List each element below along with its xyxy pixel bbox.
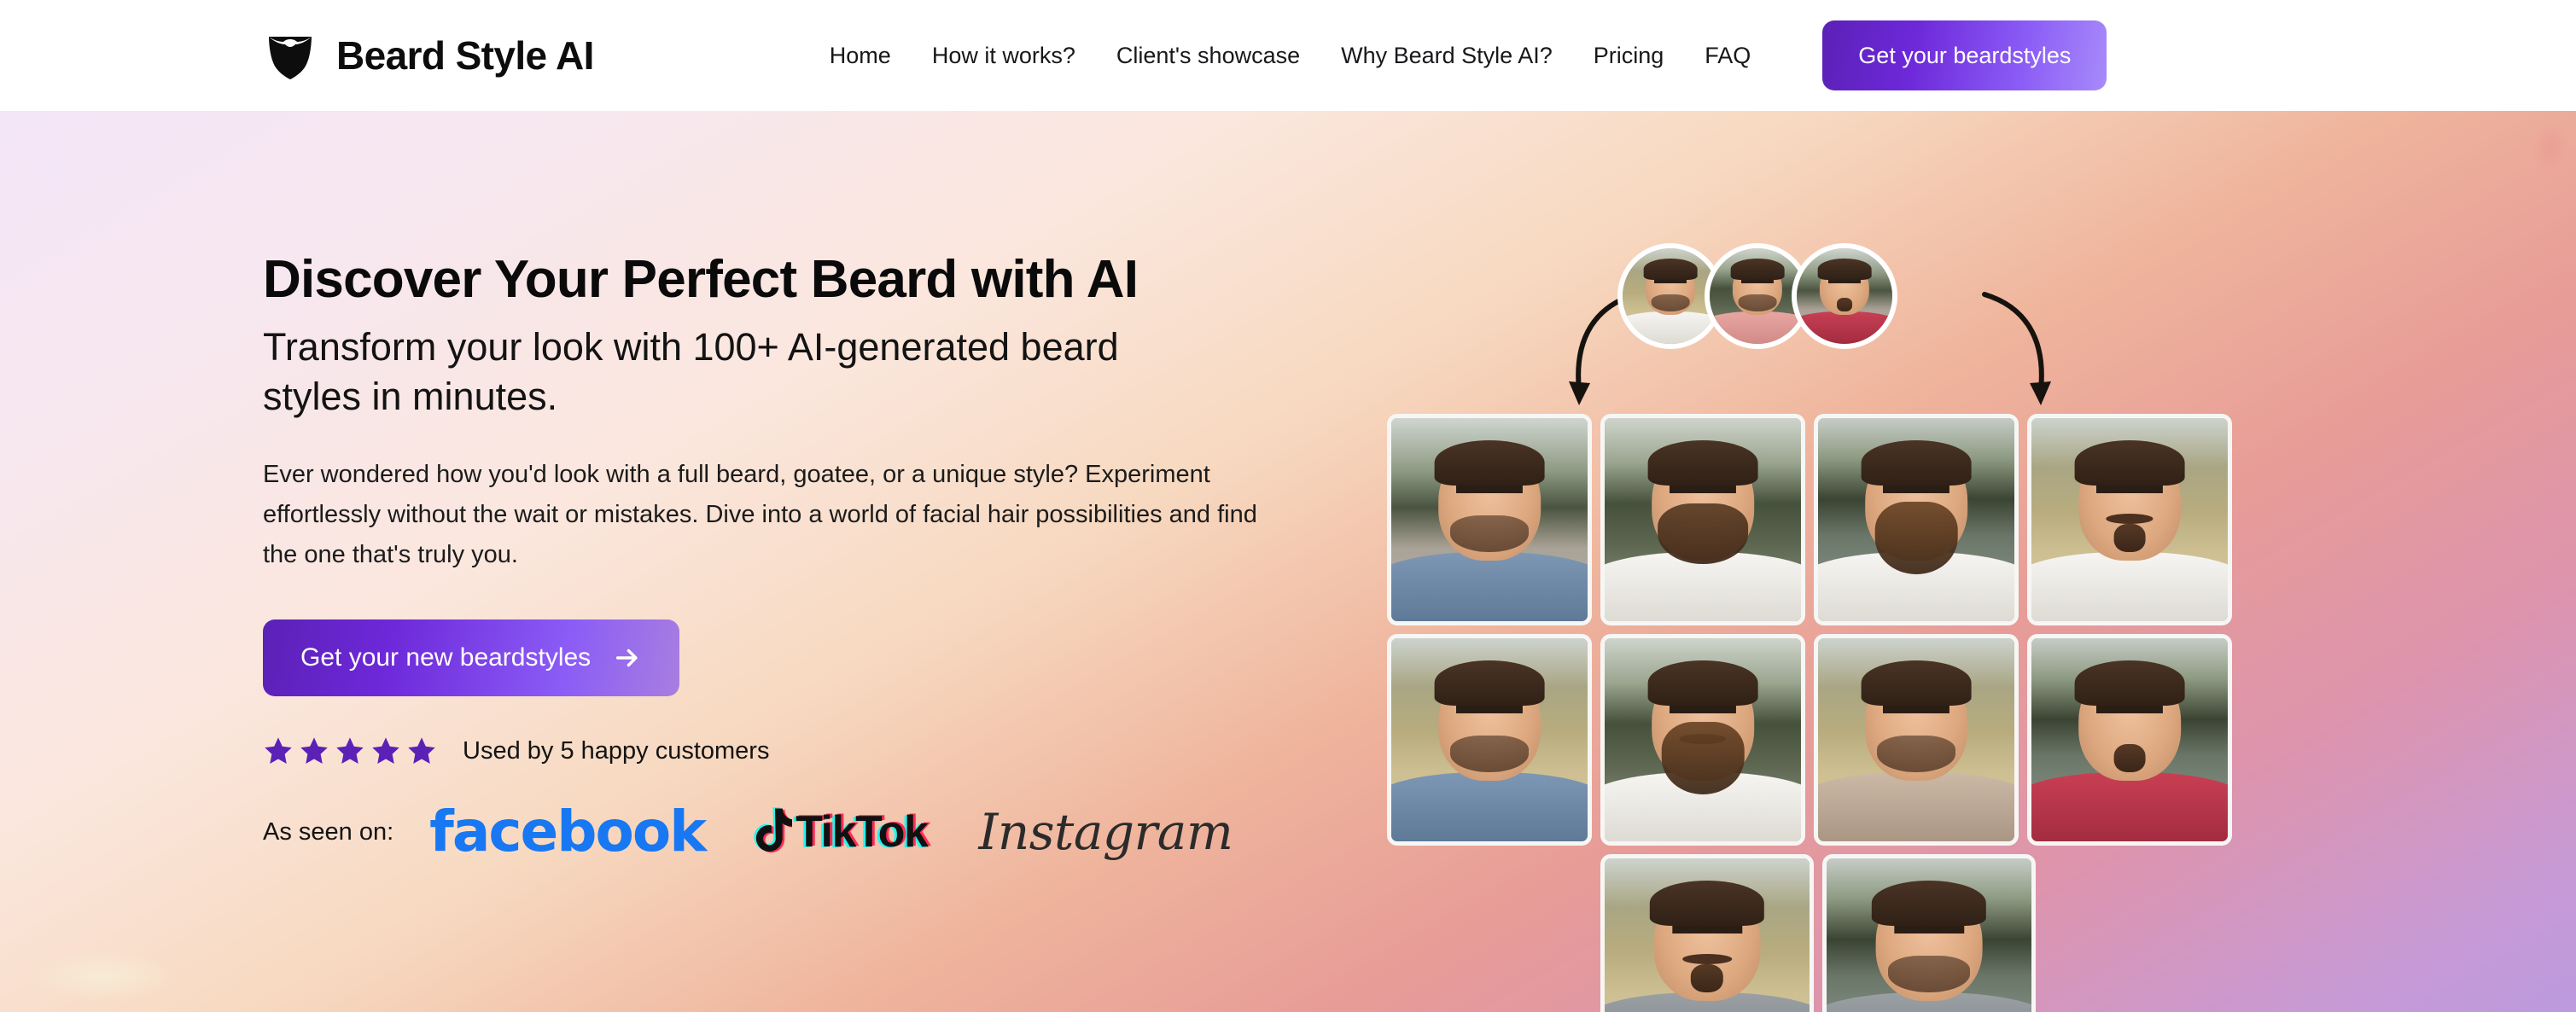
nav-item-faq[interactable]: FAQ xyxy=(1684,43,1771,69)
hero-subheadline: Transform your look with 100+ AI-generat… xyxy=(263,324,1119,418)
star-icon xyxy=(265,737,292,765)
result-photo-9[interactable] xyxy=(1600,854,1814,1012)
main-nav: Home How it works? Client's showcase Why… xyxy=(809,20,2107,90)
result-photo-3[interactable] xyxy=(1814,414,2019,625)
star-icon xyxy=(300,737,328,765)
arrow-right-icon xyxy=(616,648,638,667)
result-photo-5[interactable] xyxy=(1387,634,1592,846)
brand-logo[interactable]: Beard Style AI xyxy=(263,28,594,83)
star-icon xyxy=(372,737,399,765)
star-icon xyxy=(336,737,364,765)
tiktok-note-icon xyxy=(754,807,793,853)
rating-text: Used by 5 happy customers xyxy=(463,736,770,765)
nav-item-home[interactable]: Home xyxy=(809,43,912,69)
nav-item-clients-showcase[interactable]: Client's showcase xyxy=(1096,43,1320,69)
facebook-logo: facebook xyxy=(429,799,707,865)
hero-collage xyxy=(1387,243,2249,1012)
result-photo-2[interactable] xyxy=(1600,414,1805,625)
photo-grid-row xyxy=(1387,634,2249,846)
result-photo-6[interactable] xyxy=(1600,634,1805,846)
result-photo-8[interactable] xyxy=(2027,634,2232,846)
rating-block: Used by 5 happy customers xyxy=(263,736,1338,766)
result-photo-10[interactable] xyxy=(1822,854,2036,1012)
tiktok-logo: TikTok xyxy=(749,806,930,858)
header-cta-button[interactable]: Get your beardstyles xyxy=(1822,20,2107,90)
site-header: Beard Style AI Home How it works? Client… xyxy=(0,0,2576,111)
hero-copy: Discover Your Perfect Beard with AI Tran… xyxy=(263,250,1338,860)
nav-item-pricing[interactable]: Pricing xyxy=(1573,43,1685,69)
photo-grid-row xyxy=(1387,414,2249,625)
as-seen-on: As seen on: facebook TikTok Instagram xyxy=(263,804,1338,860)
curved-arrow-icon xyxy=(1982,292,2051,405)
nav-item-how-it-works[interactable]: How it works? xyxy=(912,43,1096,69)
star-icon xyxy=(408,737,435,765)
hero-body-text: Ever wondered how you'd look with a full… xyxy=(263,461,1257,569)
page-title: Discover Your Perfect Beard with AI xyxy=(263,250,1139,309)
star-rating xyxy=(263,736,437,766)
hero-section: Discover Your Perfect Beard with AI Tran… xyxy=(0,111,2576,1012)
instagram-logo: Instagram xyxy=(978,803,1233,862)
brand-name: Beard Style AI xyxy=(336,33,594,78)
photo-grid-row xyxy=(1387,854,2249,1012)
hero-cta-label: Get your new beardstyles xyxy=(300,643,592,672)
nav-item-why-beard-style-ai[interactable]: Why Beard Style AI? xyxy=(1320,43,1573,69)
result-photo-7[interactable] xyxy=(1814,634,2019,846)
result-photo-1[interactable] xyxy=(1387,414,1592,625)
result-photo-grid xyxy=(1387,414,2249,1012)
tiktok-wordmark: TikTok xyxy=(793,809,930,855)
result-photo-4[interactable] xyxy=(2027,414,2232,625)
beard-logo-icon xyxy=(269,37,312,79)
hero-cta-button[interactable]: Get your new beardstyles xyxy=(263,619,680,697)
source-avatars xyxy=(1617,243,1897,349)
as-seen-on-label: As seen on: xyxy=(263,817,394,846)
source-avatar-3 xyxy=(1792,243,1897,349)
